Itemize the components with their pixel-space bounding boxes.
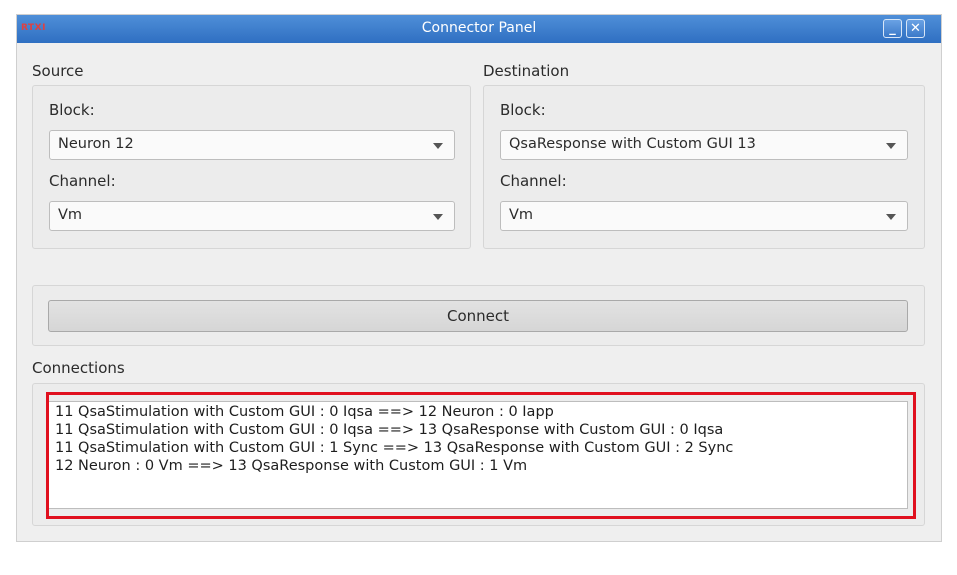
source-label: Source	[32, 62, 84, 80]
destination-block-select[interactable]: QsaResponse with Custom GUI 13	[500, 130, 908, 160]
list-item[interactable]: 12 Neuron : 0 Vm ==> 13 QsaResponse with…	[55, 457, 899, 475]
close-button[interactable]: ✕	[906, 19, 925, 38]
destination-channel-select[interactable]: Vm	[500, 201, 908, 231]
connector-panel-window: RTXI Connector Panel _ ✕ Source Block: N…	[16, 14, 942, 542]
source-group: Block: Neuron 12 Channel: Vm	[32, 85, 471, 249]
list-item[interactable]: 11 QsaStimulation with Custom GUI : 0 Iq…	[55, 421, 899, 439]
list-item[interactable]: 11 QsaStimulation with Custom GUI : 1 Sy…	[55, 439, 899, 457]
title-bar[interactable]: RTXI Connector Panel _ ✕	[17, 15, 941, 43]
destination-label: Destination	[483, 62, 570, 80]
source-block-select[interactable]: Neuron 12	[49, 130, 455, 160]
source-block-label: Block:	[49, 101, 95, 119]
destination-group: Block: QsaResponse with Custom GUI 13 Ch…	[483, 85, 925, 249]
minimize-icon: _	[889, 21, 896, 36]
window-title: Connector Panel	[421, 20, 537, 36]
connect-button[interactable]: Connect	[48, 300, 908, 332]
minimize-button[interactable]: _	[883, 19, 902, 38]
connections-label: Connections	[32, 359, 125, 377]
source-channel-value: Vm	[58, 207, 83, 223]
source-channel-select[interactable]: Vm	[49, 201, 455, 231]
chevron-down-icon	[433, 143, 443, 149]
chevron-down-icon	[886, 214, 896, 220]
connections-list[interactable]: 11 QsaStimulation with Custom GUI : 0 Iq…	[46, 401, 908, 509]
destination-channel-value: Vm	[509, 207, 534, 223]
source-channel-label: Channel:	[49, 172, 116, 190]
destination-block-label: Block:	[500, 101, 546, 119]
source-block-value: Neuron 12	[58, 136, 134, 152]
destination-channel-label: Channel:	[500, 172, 567, 190]
close-icon: ✕	[910, 21, 921, 36]
destination-block-value: QsaResponse with Custom GUI 13	[509, 136, 756, 152]
list-item[interactable]: 11 QsaStimulation with Custom GUI : 0 Iq…	[55, 403, 899, 421]
chevron-down-icon	[886, 143, 896, 149]
chevron-down-icon	[433, 214, 443, 220]
